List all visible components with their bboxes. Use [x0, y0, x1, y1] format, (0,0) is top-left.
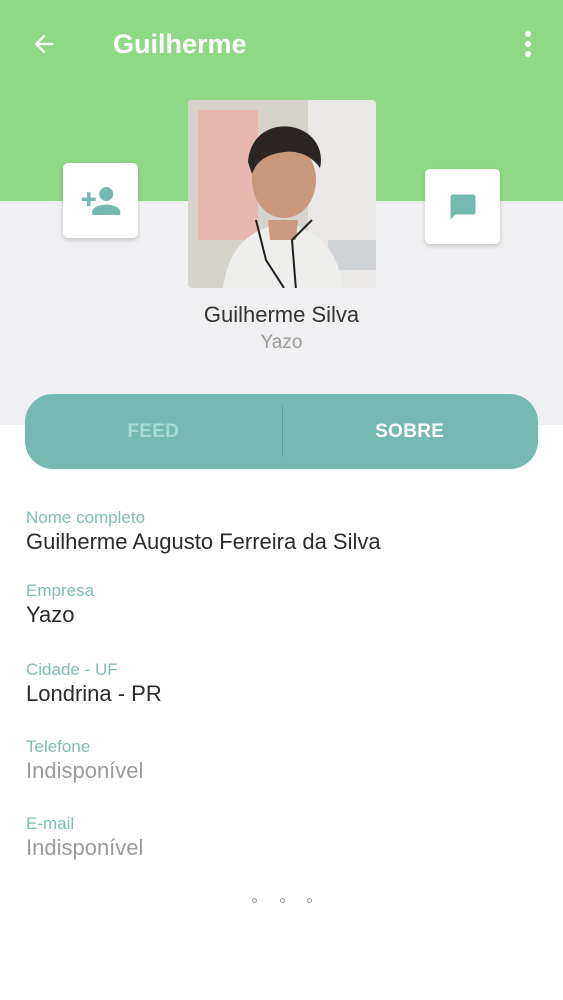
loading-dot	[279, 898, 285, 903]
overflow-menu-button[interactable]	[512, 24, 544, 64]
tab-feed[interactable]: FEED	[25, 394, 282, 469]
detail-email: E-mail Indisponível	[26, 814, 143, 862]
profile-company: Yazo	[260, 332, 303, 353]
page-title: Guilherme	[113, 29, 247, 59]
avatar	[188, 100, 376, 288]
detail-value: Guilherme Augusto Ferreira da Silva	[26, 529, 381, 554]
detail-value: Londrina - PR	[26, 681, 162, 706]
chat-bubble-icon	[450, 194, 475, 219]
back-button[interactable]	[24, 24, 64, 64]
send-message-button[interactable]	[425, 169, 500, 244]
profile-name: Guilherme Silva	[203, 302, 360, 327]
detail-value: Yazo	[26, 602, 75, 627]
detail-label: Cidade - UF	[26, 660, 118, 679]
detail-company: Empresa Yazo	[26, 581, 94, 629]
tab-sobre[interactable]: SOBRE	[282, 394, 539, 469]
detail-city-state: Cidade - UF Londrina - PR	[26, 660, 162, 708]
profile-photo	[188, 100, 376, 288]
detail-label: Empresa	[26, 581, 95, 600]
arrow-left-icon	[34, 34, 54, 54]
loading-dot	[307, 898, 312, 903]
detail-value: Indisponível	[26, 758, 144, 783]
detail-label: Nome completo	[26, 508, 146, 527]
tab-divider	[282, 406, 283, 457]
detail-phone: Telefone Indisponível	[26, 737, 143, 785]
detail-label: Telefone	[26, 737, 91, 756]
person-add-icon	[81, 186, 120, 215]
detail-label: E-mail	[26, 814, 75, 833]
profile-tabs: FEED SOBRE	[25, 394, 538, 469]
detail-value: Indisponível	[26, 835, 144, 860]
loading-indicator	[252, 898, 312, 908]
add-contact-button[interactable]	[63, 163, 138, 238]
more-vertical-icon	[525, 31, 531, 57]
detail-full-name: Nome completo Guilherme Augusto Ferreira…	[26, 508, 381, 556]
loading-dot	[252, 898, 257, 903]
